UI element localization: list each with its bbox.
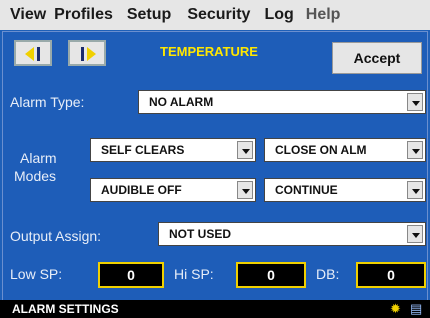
chevron-down-icon[interactable] <box>407 181 423 199</box>
db-label: DB: <box>316 266 340 282</box>
alarm-type-label: Alarm Type: <box>10 94 85 110</box>
right-arrow-icon <box>87 47 96 61</box>
audible-value: AUDIBLE OFF <box>101 183 182 197</box>
continue-value: CONTINUE <box>275 183 338 197</box>
low-sp-input[interactable]: 0 <box>98 262 164 288</box>
prev-button[interactable] <box>14 40 52 66</box>
chevron-down-icon[interactable] <box>237 181 253 199</box>
page-title: TEMPERATURE <box>160 44 258 59</box>
menu-log[interactable]: Log <box>250 6 293 24</box>
output-assign-select[interactable]: NOT USED <box>158 222 426 246</box>
close-on-alarm-select[interactable]: CLOSE ON ALM <box>264 138 426 162</box>
hi-sp-input[interactable]: 0 <box>236 262 306 288</box>
db-input[interactable]: 0 <box>356 262 426 288</box>
self-clears-select[interactable]: SELF CLEARS <box>90 138 256 162</box>
output-assign-value: NOT USED <box>169 227 232 241</box>
alarm-light-icon[interactable]: ✹ <box>390 301 401 317</box>
alarm-type-value: NO ALARM <box>149 95 214 109</box>
status-bar: ALARM SETTINGS ✹ ▤ <box>0 300 430 318</box>
menu-profiles[interactable]: Profiles <box>46 6 113 24</box>
audible-select[interactable]: AUDIBLE OFF <box>90 178 256 202</box>
menu-help[interactable]: Help <box>294 6 341 24</box>
alarm-modes-label-1: Alarm <box>20 150 57 166</box>
alarm-type-select[interactable]: NO ALARM <box>138 90 426 114</box>
printer-icon[interactable]: ▤ <box>410 301 422 317</box>
left-bar-icon <box>37 47 40 61</box>
close-on-alarm-value: CLOSE ON ALM <box>275 143 367 157</box>
alarm-modes-label-2: Modes <box>14 168 57 184</box>
output-assign-label: Output Assign: <box>10 228 102 244</box>
menu-security[interactable]: Security <box>171 6 250 24</box>
left-arrow-icon <box>25 47 34 61</box>
chevron-down-icon[interactable] <box>407 141 423 159</box>
self-clears-value: SELF CLEARS <box>101 143 185 157</box>
menu-bar: View Profiles Setup Security Log Help <box>0 0 430 30</box>
next-button[interactable] <box>68 40 106 66</box>
menu-setup[interactable]: Setup <box>113 6 171 24</box>
chevron-down-icon[interactable] <box>407 225 423 243</box>
low-sp-label: Low SP: <box>10 266 63 282</box>
chevron-down-icon[interactable] <box>237 141 253 159</box>
right-bar-icon <box>81 47 84 61</box>
chevron-down-icon[interactable] <box>407 93 423 111</box>
menu-view[interactable]: View <box>0 6 46 24</box>
hi-sp-label: Hi SP: <box>174 266 214 282</box>
status-text: ALARM SETTINGS <box>12 302 119 316</box>
accept-button[interactable]: Accept <box>332 42 422 74</box>
continue-select[interactable]: CONTINUE <box>264 178 426 202</box>
